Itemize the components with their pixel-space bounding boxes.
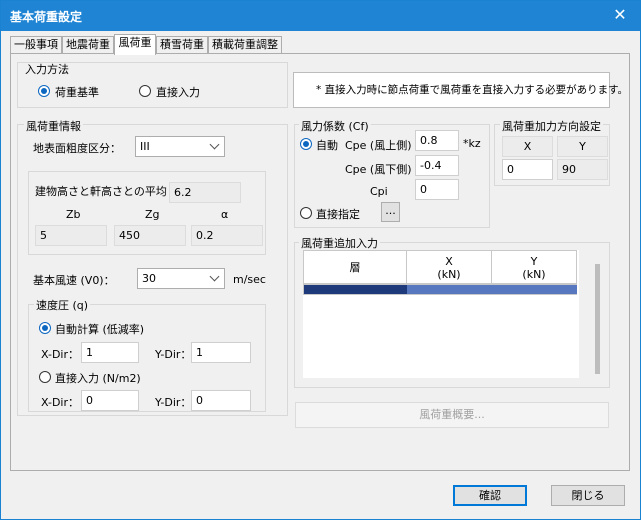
basic-speed-label: 基本風速 (V0)： (33, 274, 115, 287)
radio-coef-direct-label[interactable]: 直接指定 (316, 206, 360, 222)
alpha-value: 0.2 (191, 225, 263, 246)
tab-wind[interactable]: 風荷重 (114, 34, 156, 55)
radio-load-standard-label[interactable]: 荷重基準 (55, 84, 99, 100)
wind-summary-button[interactable]: 風荷重概要... (295, 402, 609, 428)
table-cell-xy[interactable] (407, 285, 577, 294)
direct-ydir-label: Y-Dir： (155, 396, 192, 409)
direction-y-header: Y (557, 136, 608, 157)
coef-ellipsis-button[interactable]: ... (381, 202, 400, 222)
zb-label: Zb (66, 208, 81, 221)
radio-coef-direct[interactable] (300, 207, 312, 219)
chevron-down-icon (209, 139, 220, 150)
kz-label: *kz (463, 137, 481, 150)
cpe-windward-label: Cpe (風上側) (345, 139, 412, 152)
additional-input-table[interactable]: 層 X (kN) Y (kN) (303, 250, 579, 378)
roughness-select[interactable]: III (135, 136, 225, 157)
table-cell-floor[interactable] (304, 285, 407, 294)
radio-coef-auto-label[interactable]: 自動 (316, 137, 338, 153)
auto-ydir-input[interactable]: 1 (191, 342, 251, 363)
direct-xdir-input[interactable]: 0 (81, 390, 139, 411)
wind-info-title: 風荷重情報 (24, 118, 83, 134)
ok-button[interactable]: 確認 (453, 485, 527, 506)
radio-auto-calc[interactable] (39, 322, 51, 334)
tab-live-load[interactable]: 積載荷重調整 (208, 36, 282, 54)
tab-seismic[interactable]: 地震荷重 (62, 36, 114, 54)
col-header-x-label: X (445, 255, 453, 268)
cpe-leeward-input[interactable]: -0.4 (415, 155, 459, 176)
basic-speed-value: 30 (142, 272, 156, 285)
direction-y-value: 90 (557, 159, 608, 180)
cpi-input[interactable]: 0 (415, 179, 459, 200)
chevron-down-icon (209, 271, 220, 282)
col-header-x[interactable]: X (kN) (406, 250, 492, 284)
col-header-y[interactable]: Y (kN) (491, 250, 577, 284)
direct-ydir-input[interactable]: 0 (191, 390, 251, 411)
basic-speed-select[interactable]: 30 (137, 268, 225, 289)
auto-xdir-input[interactable]: 1 (81, 342, 139, 363)
col-header-y-unit: (kN) (522, 268, 546, 281)
direction-x-input[interactable]: 0 (502, 159, 553, 180)
radio-coef-auto[interactable] (300, 138, 312, 150)
basic-speed-unit: m/sec (233, 273, 266, 286)
alpha-label: α (221, 208, 229, 221)
roughness-value: III (140, 140, 150, 153)
velocity-pressure-title: 速度圧 (q) (34, 297, 91, 313)
radio-auto-calc-label[interactable]: 自動計算 (低減率) (55, 321, 144, 337)
avg-height-value: 6.2 (169, 182, 241, 203)
additional-input-title: 風荷重追加入力 (299, 235, 380, 251)
tab-panel: 入力方法 荷重基準 直接入力 * 直接入力時に節点荷重で風荷重を直接入力する必要… (10, 53, 630, 471)
dialog-window: 基本荷重設定 ✕ 一般事項 地震荷重 風荷重 積雪荷重 積載荷重調整 入力方法 … (0, 0, 641, 520)
tab-general[interactable]: 一般事項 (10, 36, 62, 54)
col-header-floor-label: 層 (349, 261, 361, 274)
cpe-leeward-label: Cpe (風下側) (345, 163, 412, 176)
radio-direct-input[interactable] (139, 85, 151, 97)
radio-direct-input-label[interactable]: 直接入力 (156, 84, 200, 100)
close-icon[interactable]: ✕ (600, 1, 640, 31)
direct-xdir-label: X-Dir： (41, 396, 80, 409)
radio-direct-pressure-label[interactable]: 直接入力 (N/m2) (55, 370, 141, 386)
direction-title: 風荷重加力方向設定 (500, 118, 603, 134)
roughness-label: 地表面粗度区分： (33, 142, 121, 155)
direction-x-header: X (502, 136, 553, 157)
zg-value: 450 (114, 225, 186, 246)
radio-direct-pressure[interactable] (39, 371, 51, 383)
table-scrollbar[interactable] (595, 264, 600, 374)
wind-coefficient-title: 風力係数 (Cf) (299, 118, 371, 134)
zg-label: Zg (145, 208, 160, 221)
avg-height-label: 建物高さと軒高さとの平均 (35, 185, 167, 198)
auto-ydir-label: Y-Dir： (155, 348, 192, 361)
auto-xdir-label: X-Dir： (41, 348, 80, 361)
close-button[interactable]: 閉じる (551, 485, 625, 506)
tab-snow[interactable]: 積雪荷重 (156, 36, 208, 54)
col-header-x-unit: (kN) (437, 268, 461, 281)
window-title: 基本荷重設定 (10, 10, 83, 24)
cpi-label: Cpi (370, 185, 388, 198)
col-header-floor[interactable]: 層 (303, 250, 407, 284)
zb-value: 5 (35, 225, 107, 246)
table-row[interactable] (303, 284, 577, 295)
col-header-y-label: Y (530, 255, 538, 268)
input-method-title: 入力方法 (25, 63, 69, 76)
title-bar: 基本荷重設定 ✕ (1, 1, 640, 31)
radio-load-standard[interactable] (38, 85, 50, 97)
cpe-windward-input[interactable]: 0.8 (415, 130, 459, 151)
direct-input-note: * 直接入力時に節点荷重で風荷重を直接入力する必要があります。 (293, 72, 628, 108)
